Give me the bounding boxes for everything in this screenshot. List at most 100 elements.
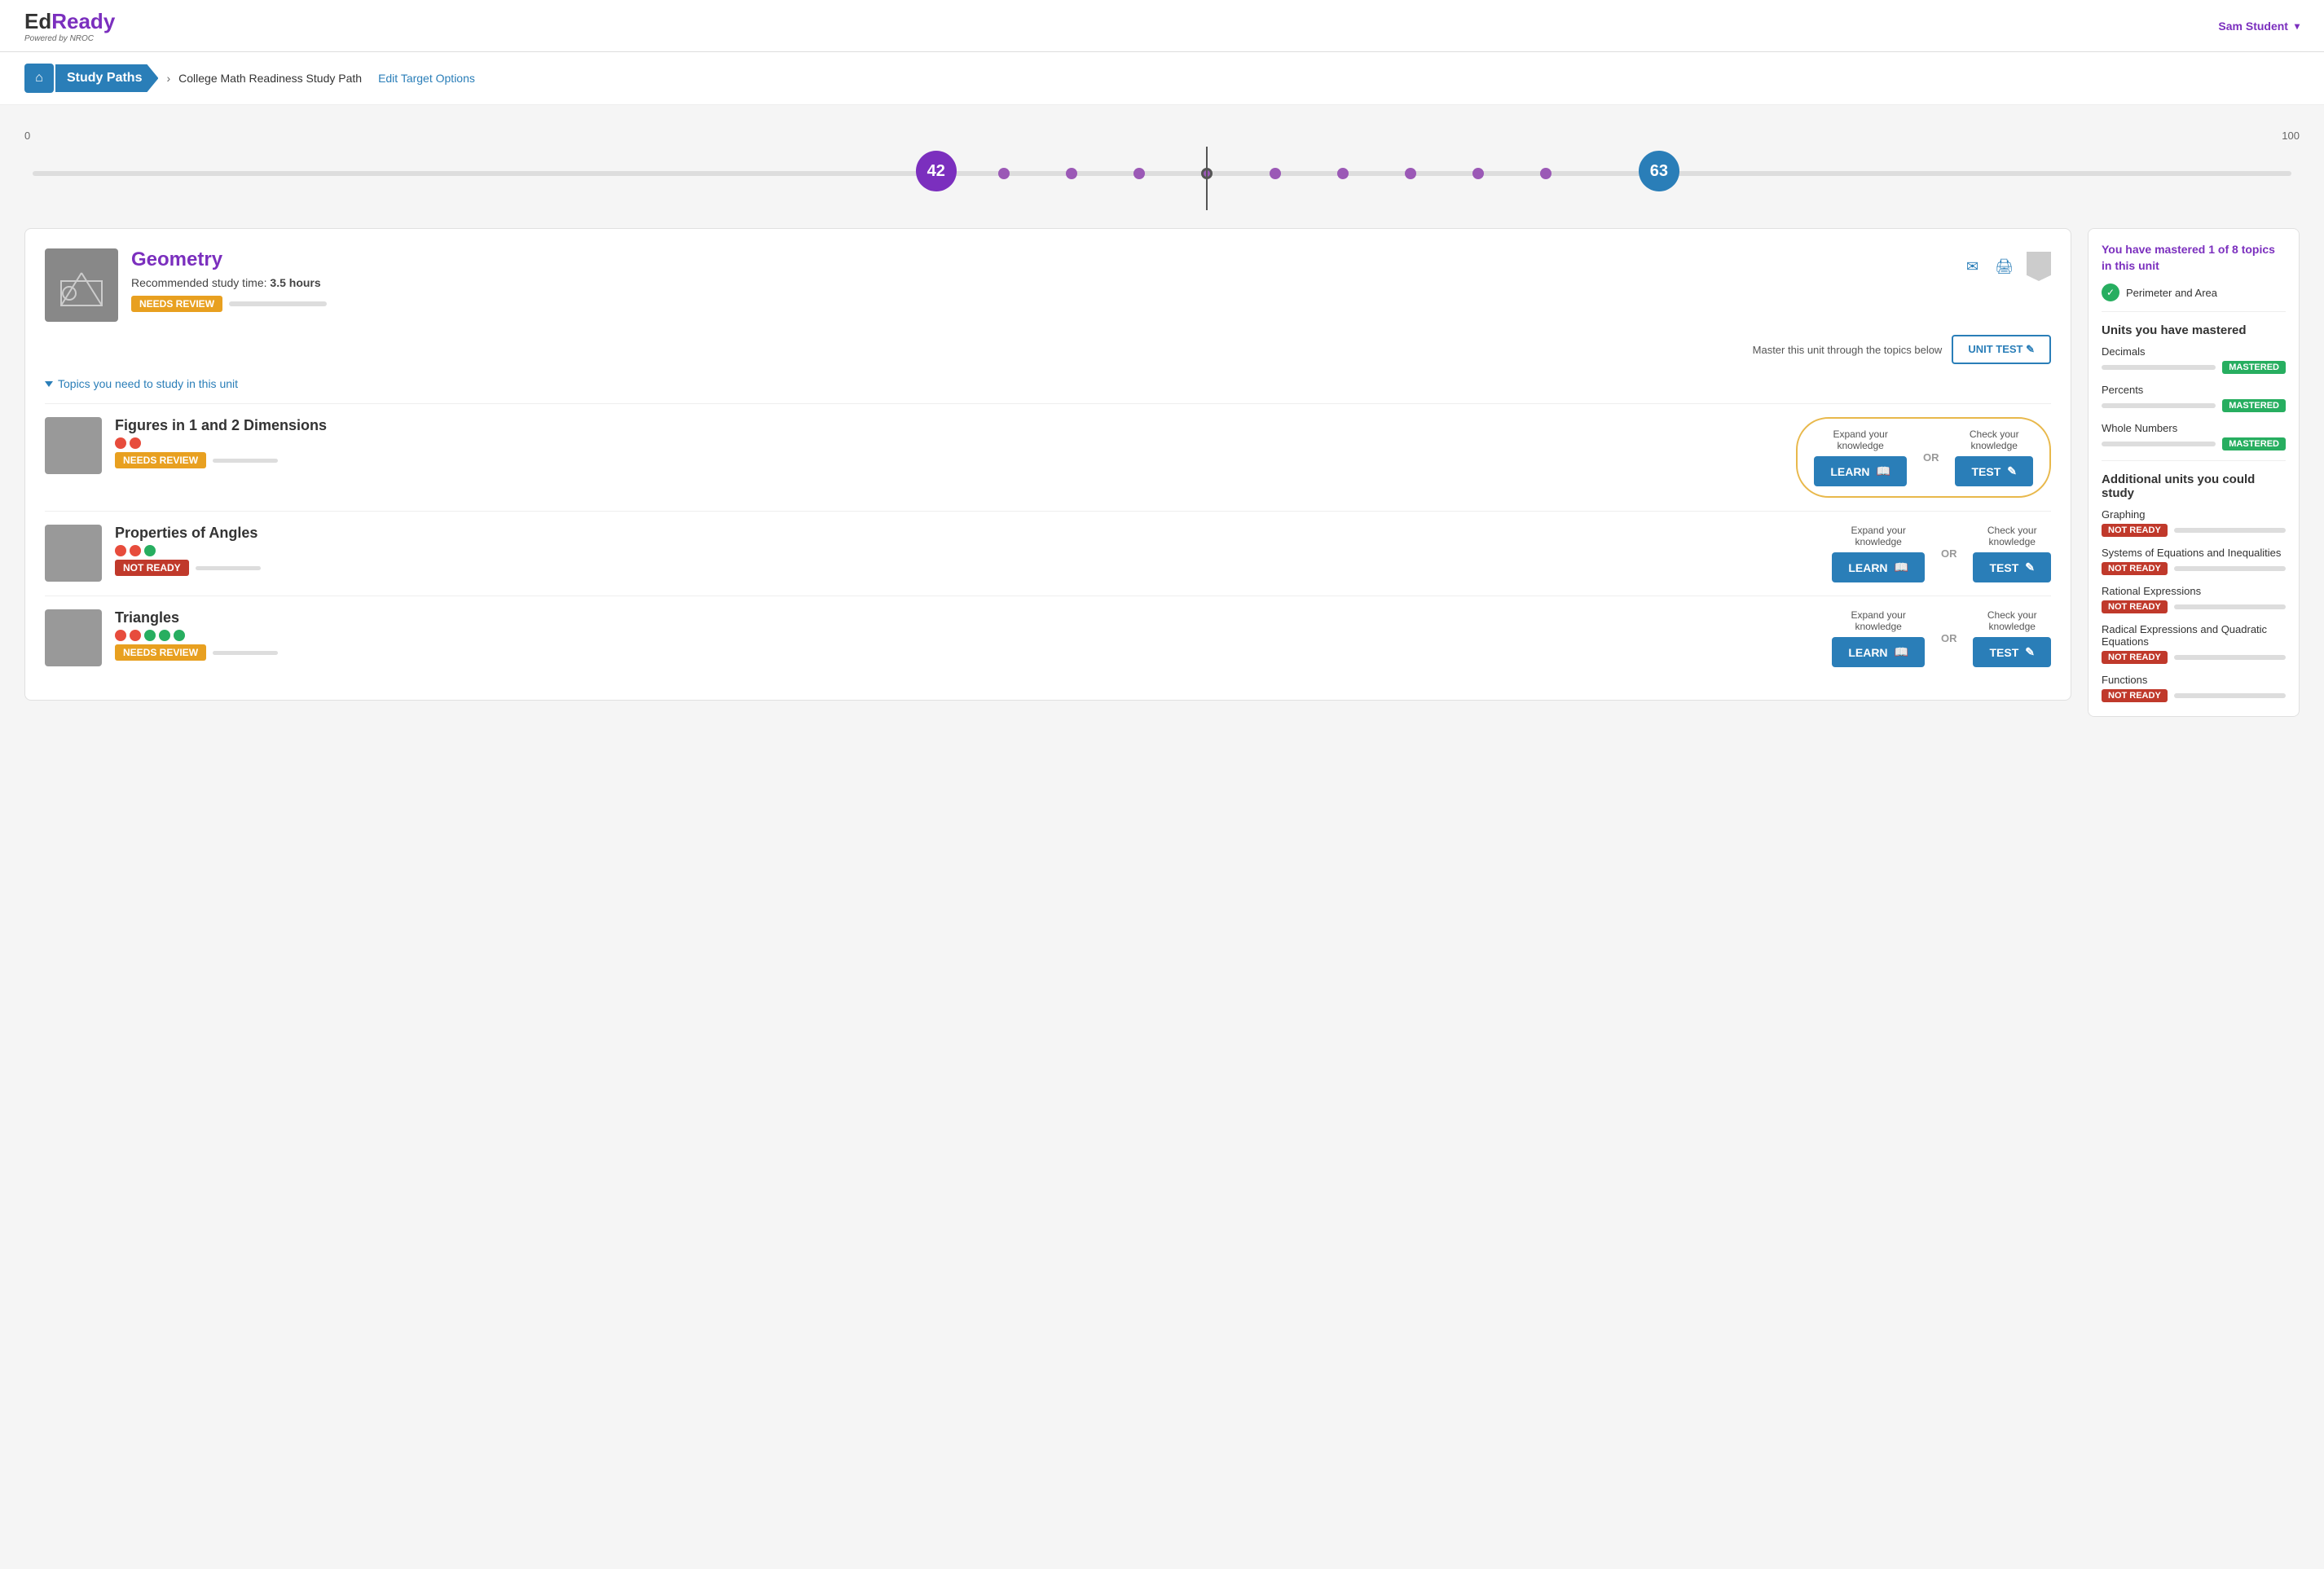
logo-ed: Ed — [24, 9, 51, 33]
topic-thumbnail — [45, 417, 102, 474]
unit-progress-bar — [229, 301, 327, 306]
dot-green — [144, 630, 156, 641]
progress-labels: 0 100 — [24, 130, 2300, 142]
marker-7[interactable] — [1405, 168, 1416, 179]
progress-section: 0 100 42 63 — [0, 105, 2324, 212]
test-button[interactable]: TEST ✎ — [1955, 456, 2033, 486]
status-pill-not-ready: NOT READY — [2102, 562, 2168, 575]
marker-1[interactable] — [998, 168, 1010, 179]
or-label: OR — [1941, 632, 1957, 644]
sidebar-unit-graphing: Graphing NOT READY — [2102, 508, 2286, 537]
sidebar-unit-name: Percents — [2102, 384, 2286, 396]
check-group: Check yourknowledge TEST ✎ — [1955, 429, 2033, 486]
user-menu[interactable]: Sam Student ▾ — [2218, 20, 2300, 33]
topics-toggle[interactable]: Topics you need to study in this unit — [45, 377, 2051, 390]
sidebar-status-bar: NOT READY — [2102, 524, 2286, 537]
app-header: EdReady Powered by NROC Sam Student ▾ — [0, 0, 2324, 52]
topics-toggle-label: Topics you need to study in this unit — [58, 377, 238, 390]
sidebar-unit-name: Whole Numbers — [2102, 422, 2286, 434]
topic-item: Figures in 1 and 2 Dimensions NEEDS REVI… — [45, 403, 2051, 511]
additional-units-title: Additional units you could study — [2102, 472, 2286, 500]
check-label: Check yourknowledge — [1970, 429, 2019, 451]
expand-label: Expand yourknowledge — [1851, 609, 1905, 632]
sidebar-status-bar: MASTERED — [2102, 361, 2286, 374]
sidebar-unit-radical: Radical Expressions and Quadratic Equati… — [2102, 623, 2286, 664]
sidebar-unit-name: Systems of Equations and Inequalities — [2102, 547, 2286, 559]
unit-info: Geometry Recommended study time: 3.5 hou… — [131, 248, 327, 312]
topic-item: Triangles NEEDS REVIEW Expand yourknowle… — [45, 596, 2051, 680]
topic-progress-bar — [196, 566, 261, 570]
status-pill-mastered: MASTERED — [2222, 437, 2286, 450]
marker-5[interactable] — [1270, 168, 1281, 179]
topic-progress-bar — [213, 651, 278, 655]
home-icon: ⌂ — [35, 71, 43, 86]
status-pill-not-ready: NOT READY — [2102, 689, 2168, 702]
chevron-down-icon: ▾ — [2295, 20, 2300, 32]
sidebar-status-bar: MASTERED — [2102, 399, 2286, 412]
status-pill-mastered: MASTERED — [2222, 361, 2286, 374]
learn-button[interactable]: LEARN 📖 — [1832, 552, 1925, 582]
test-icon: ✎ — [2025, 645, 2035, 659]
study-paths-breadcrumb[interactable]: Study Paths — [55, 64, 158, 92]
topic-dots — [115, 630, 1819, 641]
email-button[interactable]: ✉ — [1963, 255, 1982, 279]
topic-item: Properties of Angles NOT READY Expand yo… — [45, 511, 2051, 596]
test-button[interactable]: TEST ✎ — [1973, 552, 2051, 582]
or-label: OR — [1941, 547, 1957, 560]
topic-status: NOT READY — [115, 560, 189, 576]
learn-icon: 📖 — [1877, 464, 1890, 478]
sidebar-unit-whole-numbers: Whole Numbers MASTERED — [2102, 422, 2286, 450]
mastered-topic-item: ✓ Perimeter and Area — [2102, 283, 2286, 301]
status-pill-not-ready: NOT READY — [2102, 600, 2168, 613]
progress-bar-small — [2174, 604, 2286, 609]
sidebar-status-bar: NOT READY — [2102, 651, 2286, 664]
sidebar-status-bar: NOT READY — [2102, 600, 2286, 613]
topic-info: Properties of Angles NOT READY — [115, 525, 1819, 576]
study-paths-label: Study Paths — [67, 71, 142, 85]
logo-ready: Ready — [51, 9, 115, 33]
master-text: Master this unit through the topics belo… — [1753, 344, 1943, 356]
status-pill-mastered: MASTERED — [2222, 399, 2286, 412]
logo-powered: Powered by NROC — [24, 34, 94, 43]
topic-dots — [115, 437, 1783, 449]
sidebar-unit-name: Rational Expressions — [2102, 585, 2286, 597]
dot-green — [174, 630, 185, 641]
learn-test-box: Expand yourknowledge LEARN 📖 OR Check yo… — [1796, 417, 2051, 498]
marker-3[interactable] — [1133, 168, 1145, 179]
triangle-down-icon — [45, 381, 53, 387]
mastered-summary: You have mastered 1 of 8 topics in this … — [2102, 242, 2286, 274]
marker-6[interactable] — [1337, 168, 1349, 179]
marker-2[interactable] — [1066, 168, 1077, 179]
marker-9[interactable] — [1540, 168, 1552, 179]
marker-8[interactable] — [1472, 168, 1484, 179]
learn-icon: 📖 — [1895, 645, 1908, 659]
sidebar-unit-name: Functions — [2102, 674, 2286, 686]
unit-card: Geometry Recommended study time: 3.5 hou… — [24, 228, 2071, 701]
test-button[interactable]: TEST ✎ — [1973, 637, 2051, 667]
check-label: Check yourknowledge — [1987, 525, 2037, 547]
flag-icon — [2027, 252, 2051, 281]
learn-test-area: Expand yourknowledge LEARN 📖 OR Check yo… — [1832, 525, 2051, 582]
progress-bar-small — [2102, 442, 2216, 446]
sidebar-unit-percents: Percents MASTERED — [2102, 384, 2286, 412]
status-pill-not-ready: NOT READY — [2102, 524, 2168, 537]
unit-header: Geometry Recommended study time: 3.5 hou… — [45, 248, 327, 322]
print-button[interactable]: 🖨 — [1992, 255, 2017, 279]
target-line — [1206, 147, 1208, 210]
edit-target-link[interactable]: Edit Target Options — [378, 72, 475, 85]
topic-title: Properties of Angles — [115, 525, 1819, 542]
unit-test-button[interactable]: UNIT TEST ✎ — [1952, 335, 2051, 364]
learn-icon: 📖 — [1895, 560, 1908, 574]
progress-max: 100 — [2282, 130, 2300, 142]
dot-red — [115, 545, 126, 556]
unit-thumbnail — [45, 248, 118, 322]
home-button[interactable]: ⌂ — [24, 64, 54, 93]
topic-dots — [115, 545, 1819, 556]
score-42-bubble: 42 — [916, 151, 957, 191]
check-circle-icon: ✓ — [2102, 283, 2119, 301]
learn-button[interactable]: LEARN 📖 — [1832, 637, 1925, 667]
topic-title: Triangles — [115, 609, 1819, 626]
breadcrumb: ⌂ Study Paths › College Math Readiness S… — [0, 52, 2324, 105]
unit-test-area: Master this unit through the topics belo… — [45, 335, 2051, 364]
learn-button[interactable]: LEARN 📖 — [1814, 456, 1907, 486]
